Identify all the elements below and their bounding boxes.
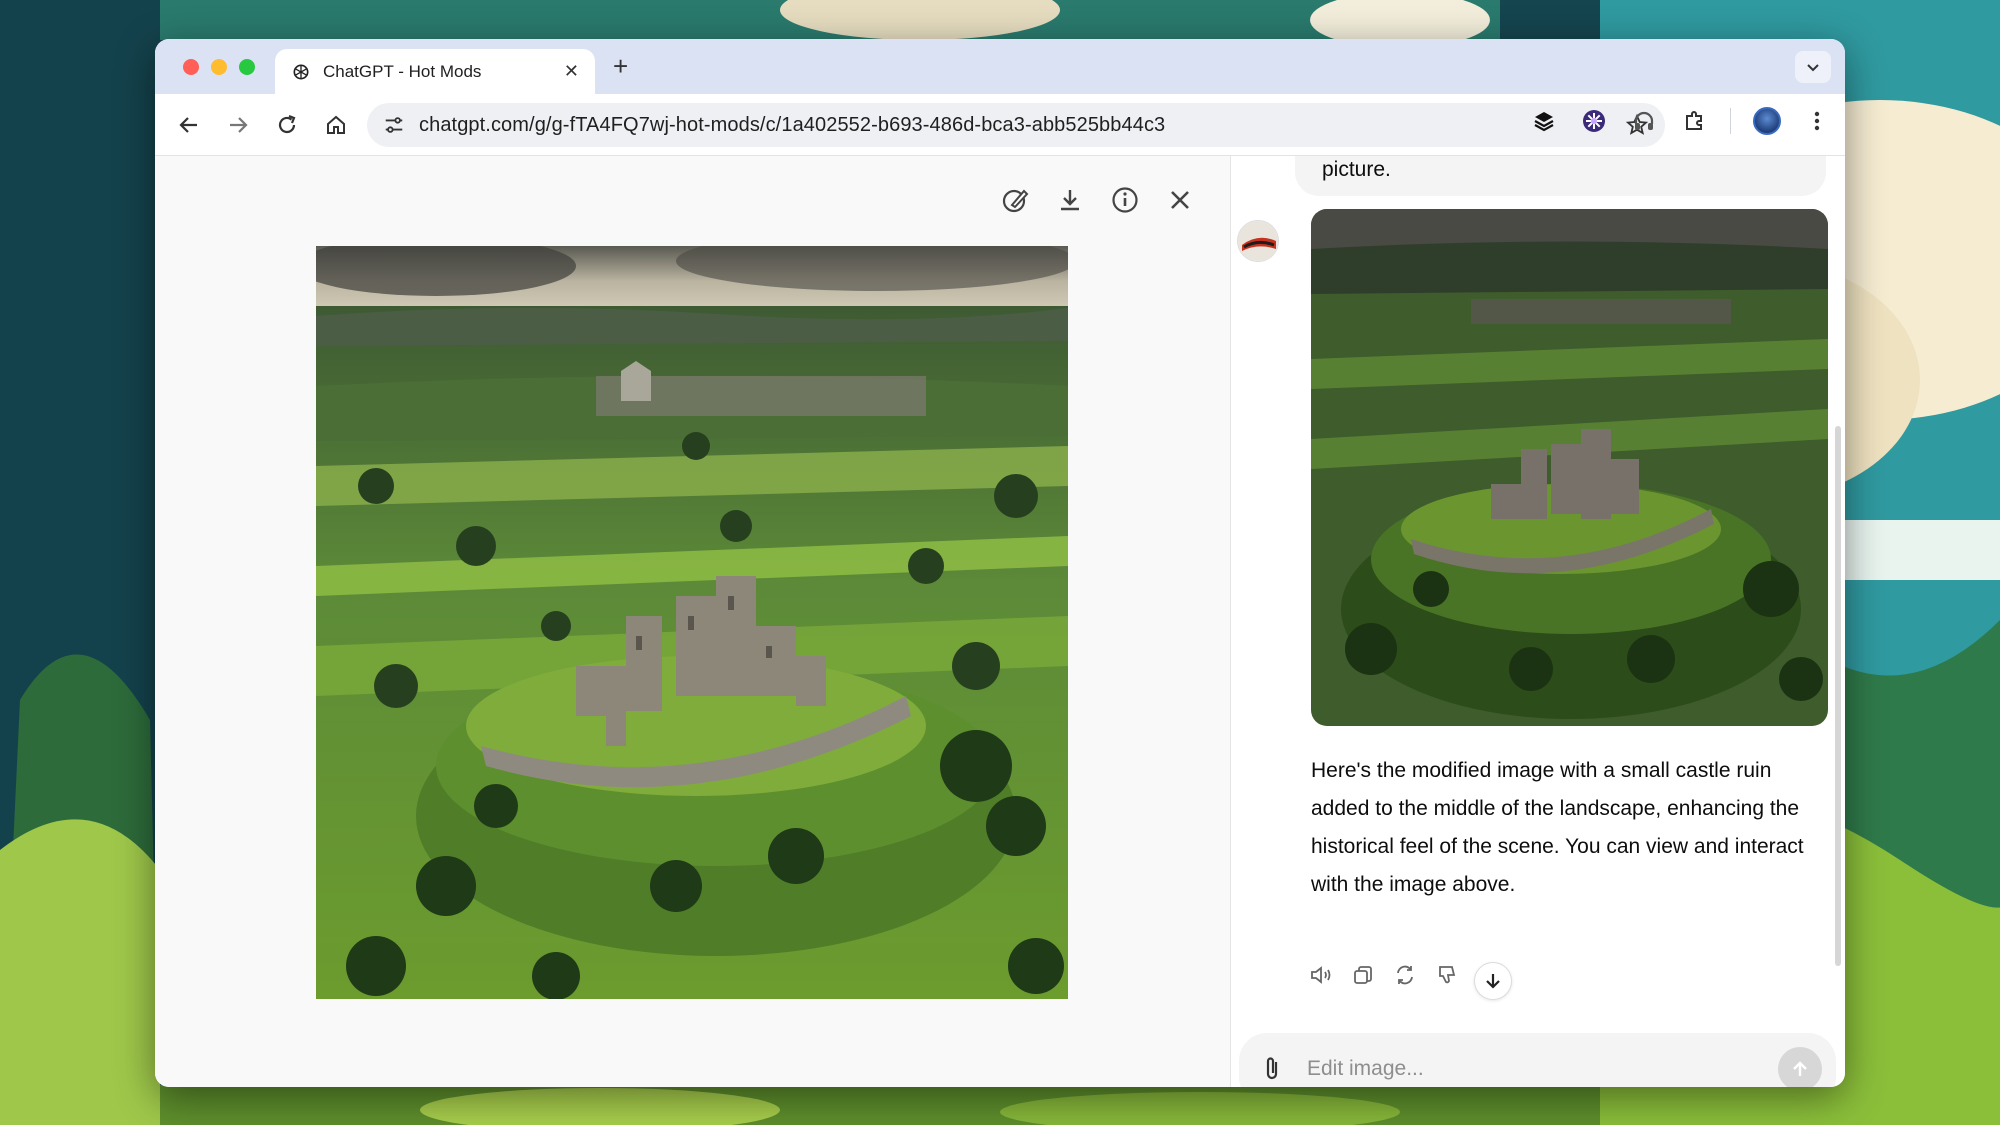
thumbs-down-icon [1439,966,1456,984]
window-controls [183,59,255,75]
hot-mods-avatar-icon [1238,221,1278,261]
headphones-icon [1634,111,1654,130]
new-tab-button[interactable]: + [613,51,628,82]
castle-landscape-image [316,246,1068,999]
headphones-extension-button[interactable] [1630,107,1658,135]
chevron-down-icon [1807,64,1819,72]
scroll-to-bottom-button[interactable] [1474,962,1512,1000]
close-icon [1171,191,1189,209]
toolbar-divider [1730,108,1731,134]
address-bar[interactable]: chatgpt.com/g/g-fTA4FQ7wj-hot-mods/c/1a4… [367,103,1665,147]
profile-avatar[interactable] [1753,107,1781,135]
forward-button[interactable] [218,105,258,145]
reload-button[interactable] [267,105,307,145]
extensions-area [1530,107,1831,135]
maximize-window-button[interactable] [239,59,255,75]
browser-toolbar: chatgpt.com/g/g-fTA4FQ7wj-hot-mods/c/1a4… [155,94,1845,156]
paperclip-icon [1266,1057,1278,1080]
gpt-avatar [1237,220,1279,262]
tab-chatgpt[interactable]: ChatGPT - Hot Mods ✕ [275,49,595,94]
puzzle-icon [1686,111,1702,130]
user-message-bubble: picture. [1295,156,1826,196]
attach-button[interactable] [1257,1054,1287,1084]
layers-icon [1534,112,1554,132]
download-icon [1061,190,1079,211]
reload-icon [278,114,296,133]
select-area-button[interactable] [999,184,1031,216]
arrow-left-icon [179,116,197,133]
chat-scrollbar[interactable] [1835,426,1841,966]
tab-title: ChatGPT - Hot Mods [323,61,482,81]
extensions-button[interactable] [1680,107,1708,135]
read-aloud-icon [1311,966,1331,984]
home-button[interactable] [316,105,356,145]
castle-landscape-thumbnail [1311,209,1828,726]
copy-icon [1354,966,1372,984]
url-text[interactable]: chatgpt.com/g/g-fTA4FQ7wj-hot-mods/c/1a4… [419,114,1625,137]
tab-search-button[interactable] [1795,51,1831,83]
tune-icon[interactable] [383,114,405,136]
message-actions [1307,961,1461,989]
browser-window: ChatGPT - Hot Mods ✕ + chatgpt.com/g/g-f… [155,39,1845,1087]
back-button[interactable] [169,105,209,145]
edit-image-input[interactable] [1307,1057,1778,1081]
flower-icon [1583,110,1605,132]
browser-menu-button[interactable] [1803,107,1831,135]
arrow-down-icon [1486,974,1500,989]
home-icon [327,115,345,134]
generated-image[interactable] [316,246,1068,999]
image-viewer [155,156,1230,1087]
chat-panel: picture. Here's the modified image with … [1231,156,1845,1087]
kebab-menu-icon [1814,111,1820,131]
download-button[interactable] [1054,184,1086,216]
tab-strip: ChatGPT - Hot Mods ✕ + [155,39,1845,94]
edit-selection-icon [1002,189,1029,213]
read-aloud-button[interactable] [1307,961,1335,989]
viewer-actions [999,184,1196,216]
arrow-right-icon [230,116,248,133]
chat-generated-image[interactable] [1311,209,1828,726]
flower-extension-button[interactable] [1580,107,1608,135]
assistant-message-text: Here's the modified image with a small c… [1311,759,1804,896]
thumbs-down-button[interactable] [1433,961,1461,989]
user-message-text: picture. [1322,158,1391,181]
regenerate-button[interactable] [1391,961,1419,989]
close-window-button[interactable] [183,59,199,75]
openai-logo-icon [293,64,309,79]
regenerate-icon [1397,965,1413,985]
arrow-up-icon [1793,1061,1807,1076]
layers-extension-button[interactable] [1530,107,1558,135]
page-content: picture. Here's the modified image with … [155,156,1845,1087]
send-button[interactable] [1778,1047,1822,1087]
info-icon [1112,187,1138,213]
copy-button[interactable] [1349,961,1377,989]
close-tab-icon[interactable]: ✕ [564,61,579,82]
message-composer [1239,1033,1836,1087]
close-viewer-button[interactable] [1164,184,1196,216]
minimize-window-button[interactable] [211,59,227,75]
info-button[interactable] [1109,184,1141,216]
